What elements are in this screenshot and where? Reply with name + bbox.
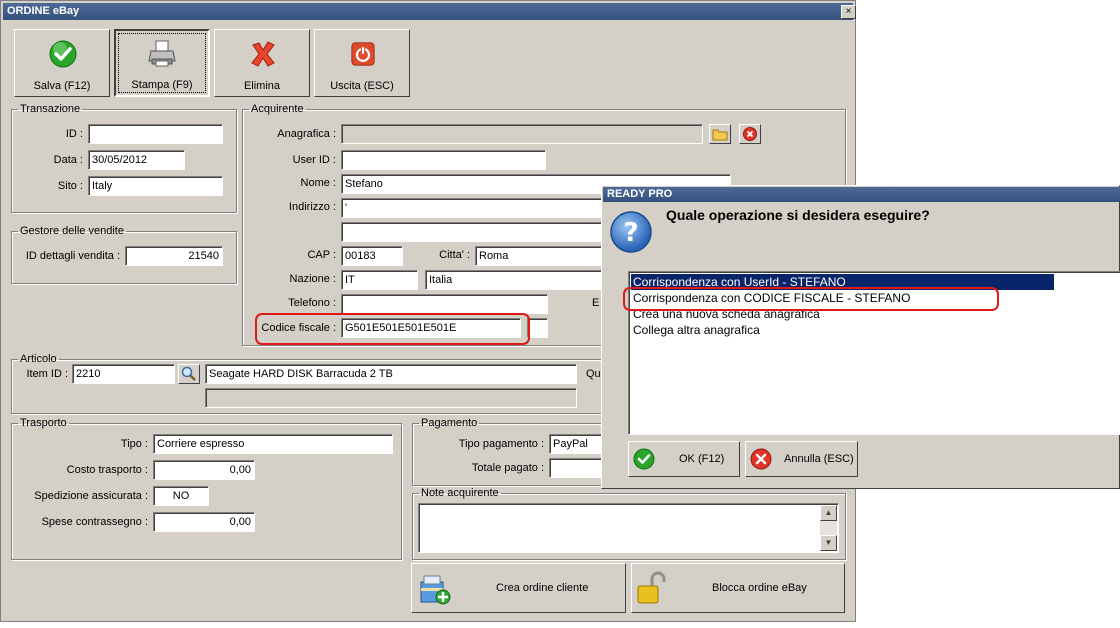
item-id-label: Item ID : [26, 368, 68, 380]
id-field[interactable] [88, 124, 223, 144]
question-icon: ? [610, 211, 652, 253]
delete-button-label: Elimina [243, 80, 281, 92]
telefono-label: Telefono : [288, 297, 336, 309]
articolo-legend: Articolo [20, 353, 57, 365]
id-dettagli-field[interactable]: 21540 [125, 246, 223, 266]
tipo-trasporto-field[interactable]: Corriere espresso [153, 434, 393, 454]
userid-field[interactable] [341, 150, 546, 170]
spese-contrassegno-field[interactable]: 0,00 [153, 512, 255, 532]
cancel-button-label: Annulla (ESC) [784, 453, 854, 465]
ok-button-label: OK (F12) [679, 453, 725, 465]
svg-text:?: ? [623, 218, 638, 248]
spedizione-assicurata-field[interactable]: NO [153, 486, 209, 506]
printer-icon [148, 40, 176, 67]
userid-label: User ID : [292, 154, 336, 166]
cap-field[interactable]: 00183 [341, 246, 403, 266]
pagamento-legend: Pagamento [421, 417, 478, 429]
open-anagrafica-button[interactable] [709, 124, 731, 144]
unlocked-padlock-icon [637, 571, 666, 604]
quantity-label: Qu [586, 368, 601, 380]
id-dettagli-label: ID dettagli vendita : [25, 250, 120, 262]
item-id-field[interactable]: 2210 [72, 364, 175, 384]
scroll-down-arrow-icon: ▼ [824, 538, 833, 547]
citta-label: Citta' : [439, 249, 470, 261]
codice-fiscale-highlight [255, 313, 530, 345]
dialog-ok-button[interactable]: OK (F12) [628, 441, 740, 477]
dialog-cancel-button[interactable]: Annulla (ESC) [745, 441, 858, 477]
spese-contrassegno-label: Spese contrassegno : [41, 516, 148, 528]
totale-pagato-label: Totale pagato : [471, 462, 544, 474]
sito-field[interactable]: Italy [88, 176, 223, 196]
power-icon [351, 42, 375, 66]
spedizione-assicurata-label: Spedizione assicurata : [34, 490, 148, 502]
tipo-trasporto-label: Tipo : [120, 438, 148, 450]
save-button-label: Salva (F12) [33, 80, 91, 92]
transazione-legend: Transazione [20, 103, 81, 115]
close-icon: × [845, 6, 852, 17]
scroll-up-arrow-icon: ▲ [824, 508, 833, 517]
codice-fiscale-option-highlight [623, 287, 999, 311]
email-label: E [592, 297, 600, 309]
data-label: Data : [53, 154, 83, 166]
codice-fiscale-extra-field[interactable] [527, 318, 548, 338]
window-title-bar: ORDINE eBay [3, 3, 853, 20]
delete-x-icon [251, 41, 275, 67]
anagrafica-field[interactable] [341, 124, 703, 144]
search-item-button[interactable] [178, 364, 200, 384]
costo-trasporto-label: Costo trasporto : [66, 464, 148, 476]
crea-ordine-cliente-button[interactable]: Crea ordine cliente [411, 563, 626, 613]
create-order-icon [420, 575, 451, 605]
print-button[interactable]: Stampa (F9) [114, 29, 210, 97]
nome-label: Nome : [300, 177, 336, 189]
exit-button[interactable]: Uscita (ESC) [314, 29, 410, 97]
acquirente-legend: Acquirente [251, 103, 304, 115]
telefono-field[interactable] [341, 294, 548, 314]
clear-anagrafica-button[interactable] [739, 124, 761, 144]
anagrafica-label: Anagrafica : [277, 128, 336, 140]
delete-button[interactable]: Elimina [214, 29, 310, 97]
cancel-x-icon [750, 448, 772, 470]
gestore-legend: Gestore delle vendite [20, 225, 124, 237]
data-field[interactable]: 30/05/2012 [88, 150, 185, 170]
check-icon [49, 40, 77, 68]
magnifier-icon [181, 366, 196, 381]
ok-check-icon [633, 448, 655, 470]
scroll-up-button[interactable]: ▲ [820, 505, 837, 521]
note-legend: Note acquirente [421, 487, 499, 499]
blocca-ordine-ebay-button[interactable]: Blocca ordine eBay [631, 563, 845, 613]
trasporto-legend: Trasporto [20, 417, 67, 429]
clear-x-icon [743, 127, 757, 141]
nazione-code-field[interactable]: IT [341, 270, 418, 290]
crea-ordine-label: Crea ordine cliente [496, 582, 589, 594]
scroll-down-button[interactable]: ▼ [820, 535, 837, 551]
blocca-ordine-label: Blocca ordine eBay [712, 582, 807, 594]
sito-label: Sito : [57, 180, 83, 192]
totale-pagato-field[interactable] [549, 458, 609, 478]
dialog-question: Quale operazione si desidera eseguire? [666, 207, 930, 223]
note-acquirente-textarea[interactable] [418, 503, 839, 553]
tipo-pagamento-label: Tipo pagamento : [458, 438, 544, 450]
id-label: ID : [65, 128, 83, 140]
folder-icon [712, 129, 728, 141]
print-button-label: Stampa (F9) [131, 79, 193, 91]
window-title: ORDINE eBay [7, 5, 80, 17]
cap-label: CAP : [307, 249, 336, 261]
indirizzo-label: Indirizzo : [288, 201, 336, 213]
item-subtitle-field[interactable] [205, 388, 577, 408]
nazione-label: Nazione : [289, 273, 336, 285]
window-close-button[interactable]: × [841, 5, 856, 19]
note-scrollbar[interactable]: ▲ ▼ [820, 505, 837, 551]
item-title-field[interactable]: Seagate HARD DISK Barracuda 2 TB [205, 364, 577, 384]
save-button[interactable]: Salva (F12) [14, 29, 110, 97]
dialog-title: READY PRO [607, 188, 673, 200]
costo-trasporto-field[interactable]: 0,00 [153, 460, 255, 480]
dialog-title-bar: READY PRO [603, 187, 1120, 202]
list-option-collega-anagrafica[interactable]: Collega altra anagrafica [631, 322, 760, 338]
exit-button-label: Uscita (ESC) [330, 80, 394, 92]
tipo-pagamento-field[interactable]: PayPal [549, 434, 609, 454]
